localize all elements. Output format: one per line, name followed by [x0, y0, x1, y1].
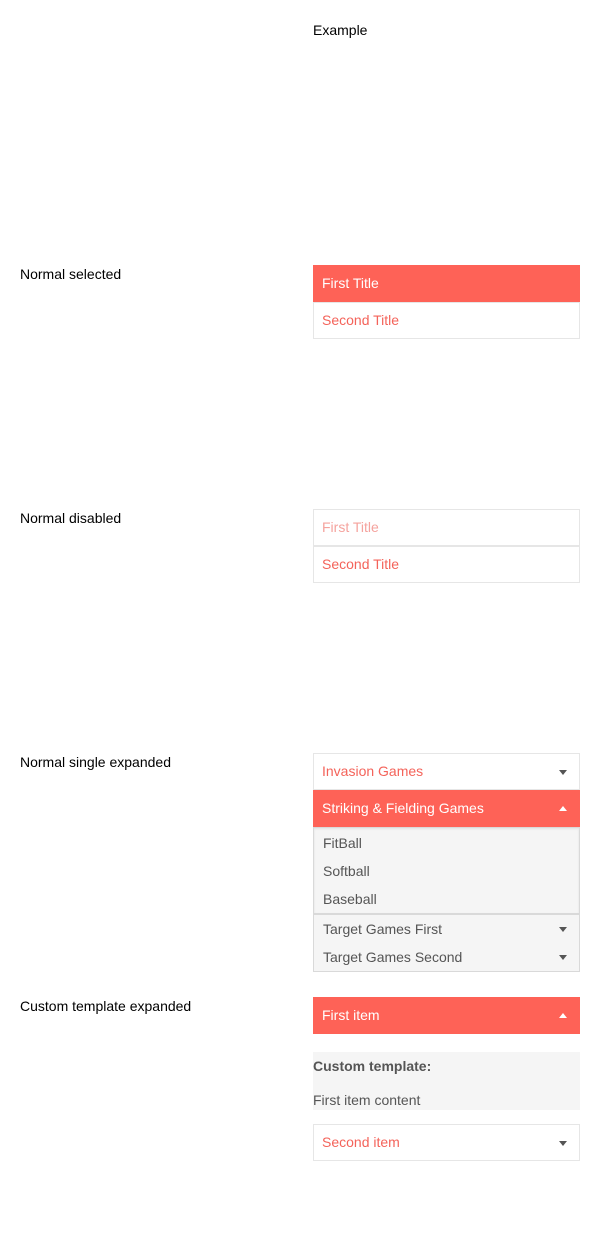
- accordion-item-label: First Title: [322, 519, 379, 535]
- chevron-down-icon: [559, 769, 567, 775]
- accordion-single-expanded: Invasion Games Striking & Fielding Games…: [313, 753, 580, 972]
- accordion-item-invasion-games[interactable]: Invasion Games: [313, 753, 580, 790]
- custom-template-text: First item content: [313, 1092, 421, 1108]
- row-label-normal-selected: Normal selected: [20, 266, 122, 282]
- accordion-item-label: First item: [322, 1007, 380, 1023]
- accordion-item-label: Second Title: [322, 312, 400, 328]
- accordion-item-first-item[interactable]: First item: [313, 997, 580, 1034]
- accordion-item-target-games-second[interactable]: Target Games Second: [314, 943, 579, 971]
- chevron-down-icon: [559, 1140, 567, 1146]
- accordion-item-label: Target Games Second: [323, 949, 463, 965]
- sub-item-fitball[interactable]: FitBall: [314, 829, 579, 857]
- sub-item-baseball[interactable]: Baseball: [314, 885, 579, 913]
- accordion-item-label: Target Games First: [323, 921, 443, 937]
- example-header: Example: [313, 22, 368, 38]
- chevron-up-icon: [559, 805, 567, 811]
- accordion-item-label: Second item: [322, 1134, 400, 1150]
- accordion-nested-group: Target Games First Target Games Second: [313, 914, 580, 972]
- chevron-down-icon: [559, 927, 567, 932]
- accordion-subitems: FitBall Softball Baseball: [313, 827, 580, 914]
- accordion-item-label: Invasion Games: [322, 763, 424, 779]
- accordion-item-label: Striking & Fielding Games: [322, 800, 484, 816]
- accordion-item-label: Second Title: [322, 556, 400, 572]
- chevron-down-icon: [559, 955, 567, 960]
- custom-template-title: Custom template:: [313, 1058, 432, 1074]
- accordion-item-first-title-disabled: First Title: [313, 509, 580, 546]
- accordion-normal-selected: First Title Second Title: [313, 265, 580, 339]
- accordion-item-second-title[interactable]: Second Title: [313, 302, 580, 339]
- row-label-normal-disabled: Normal disabled: [20, 510, 122, 526]
- accordion-item-first-title[interactable]: First Title: [313, 265, 580, 302]
- accordion-item-striking-fielding-games[interactable]: Striking & Fielding Games: [313, 790, 580, 827]
- custom-template-content: Custom template: First item content: [313, 1052, 580, 1110]
- chevron-up-icon: [559, 1012, 567, 1018]
- accordion-item-target-games-first[interactable]: Target Games First: [314, 915, 579, 943]
- row-label-custom-expanded: Custom template expanded: [20, 998, 192, 1014]
- accordion-custom-expanded: First item Custom template: First item c…: [313, 997, 580, 1161]
- accordion-item-second-item[interactable]: Second item: [313, 1124, 580, 1161]
- sub-item-softball[interactable]: Softball: [314, 857, 579, 885]
- accordion-item-label: First Title: [322, 275, 379, 291]
- accordion-normal-disabled: First Title Second Title: [313, 509, 580, 583]
- accordion-item-second-title[interactable]: Second Title: [313, 546, 580, 583]
- row-label-single-expanded: Normal single expanded: [20, 754, 171, 770]
